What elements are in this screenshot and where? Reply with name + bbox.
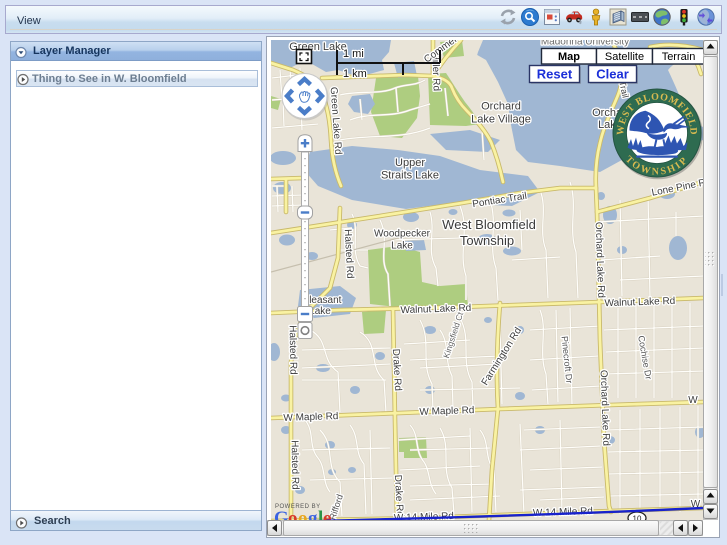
svg-text:1 km: 1 km	[343, 68, 367, 80]
svg-text:o: o	[288, 508, 298, 520]
svg-text:G: G	[274, 508, 289, 520]
svg-text:Satellite: Satellite	[605, 51, 644, 63]
svg-text:Terrain: Terrain	[662, 51, 696, 63]
svg-text:g: g	[308, 508, 318, 520]
svg-text:Map: Map	[558, 51, 580, 63]
svg-text:Clear: Clear	[596, 67, 629, 82]
svg-text:o: o	[298, 508, 308, 520]
svg-text:e: e	[323, 508, 331, 520]
svg-text:1 mi: 1 mi	[343, 48, 364, 60]
svg-text:Reset: Reset	[537, 67, 573, 82]
